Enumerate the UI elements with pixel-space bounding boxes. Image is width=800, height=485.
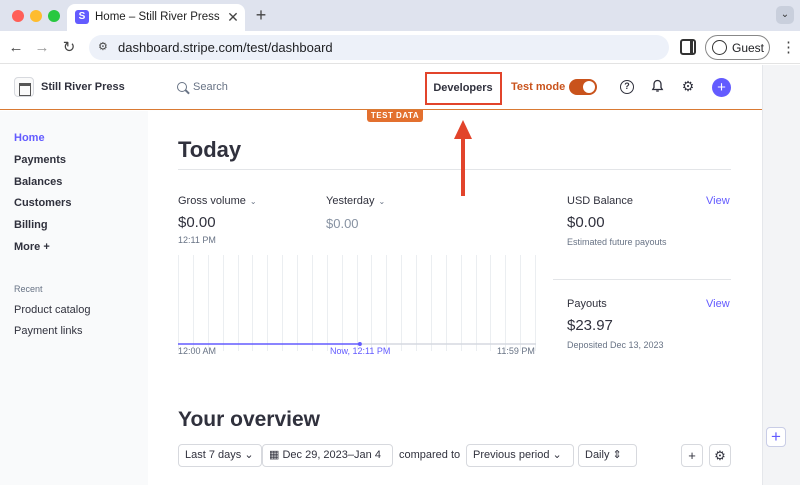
site-info-icon[interactable]: ⚙ xyxy=(98,40,112,54)
compare-period-label: Previous period xyxy=(473,449,550,461)
settings-gear-icon[interactable]: ⚙ xyxy=(681,79,695,93)
stripe-dashboard: Still River Press Search Developers Test… xyxy=(0,65,762,485)
sidebar-item-billing[interactable]: Billing xyxy=(14,219,48,231)
back-arrow-icon[interactable]: ← xyxy=(7,39,25,57)
address-bar[interactable]: ⚙ dashboard.stripe.com/test/dashboard xyxy=(89,35,669,60)
chevron-updown-icon: ⇕ xyxy=(612,449,622,461)
profile-label: Guest xyxy=(732,41,765,55)
payouts-subtext: Deposited Dec 13, 2023 xyxy=(567,340,664,350)
yesterday-value: $0.00 xyxy=(326,216,359,231)
tab-title: Home – Still River Press – Stripe xyxy=(95,11,220,23)
payouts-view-link[interactable]: View xyxy=(706,298,730,310)
sidebar-item-payments[interactable]: Payments xyxy=(14,154,66,166)
sidebar-item-balances[interactable]: Balances xyxy=(14,176,62,188)
chart-x-end-label: 11:59 PM xyxy=(497,346,535,356)
interval-select[interactable]: Daily ⇕ xyxy=(578,444,637,467)
url-text[interactable]: dashboard.stripe.com/test/dashboard xyxy=(118,40,333,55)
close-window-button[interactable] xyxy=(12,10,24,22)
gross-volume-label: Gross volume xyxy=(178,195,246,207)
compared-to-label: compared to xyxy=(399,449,461,461)
profile-button[interactable]: Guest xyxy=(705,35,770,60)
usd-balance-value: $0.00 xyxy=(567,214,605,231)
chart-x-now-label: Now, 12:11 PM xyxy=(330,346,391,356)
chevron-down-icon: ⌄ xyxy=(244,449,254,461)
maximize-window-button[interactable] xyxy=(48,10,60,22)
browser-tab-bar: S Home – Still River Press – Stripe ✕ + … xyxy=(0,0,800,31)
sidebar-item-customers[interactable]: Customers xyxy=(14,197,71,209)
notifications-bell-icon[interactable] xyxy=(651,79,664,93)
dashboard-topbar: Still River Press Search Developers Test… xyxy=(0,65,762,110)
today-heading: Today xyxy=(178,137,242,162)
usd-balance-label: USD Balance xyxy=(567,195,634,207)
search-icon xyxy=(177,82,187,92)
date-range-picker[interactable]: ▦ Dec 29, 2023–Jan 4 xyxy=(262,444,393,467)
range-select[interactable]: Last 7 days ⌄ xyxy=(178,444,262,467)
range-select-label: Last 7 days xyxy=(185,449,242,461)
test-mode-label: Test mode xyxy=(511,81,566,93)
usd-balance-view-link[interactable]: View xyxy=(706,195,730,207)
recent-item-payment-links[interactable]: Payment links xyxy=(14,325,82,337)
close-tab-icon[interactable]: ✕ xyxy=(225,9,241,25)
add-chart-button[interactable]: + xyxy=(681,444,703,467)
side-panel-icon[interactable] xyxy=(680,39,696,55)
gross-volume-value: $0.00 xyxy=(178,214,216,231)
yesterday-selector[interactable]: Yesterday ⌄ xyxy=(326,195,385,207)
interval-label: Daily xyxy=(585,449,610,461)
recent-heading: Recent xyxy=(14,284,43,294)
toggle-knob xyxy=(583,81,595,93)
developers-label: Developers xyxy=(433,82,493,94)
payouts-value: $23.97 xyxy=(567,317,613,334)
test-mode-toggle[interactable] xyxy=(569,79,597,95)
yesterday-label: Yesterday xyxy=(326,195,375,207)
overview-heading: Your overview xyxy=(178,408,320,431)
divider xyxy=(178,169,731,170)
divider xyxy=(553,279,731,280)
usd-balance-subtext: Estimated future payouts xyxy=(567,237,667,247)
right-panel-scrollbar[interactable] xyxy=(762,65,800,485)
account-store-icon[interactable] xyxy=(14,77,34,97)
today-volume-chart xyxy=(178,255,536,351)
date-range-label: Dec 29, 2023–Jan 4 xyxy=(282,449,381,461)
stripe-favicon-icon: S xyxy=(75,10,89,24)
recent-item-product-catalog[interactable]: Product catalog xyxy=(14,304,90,316)
payouts-label: Payouts xyxy=(567,298,607,310)
account-name[interactable]: Still River Press xyxy=(41,81,125,93)
add-widget-button[interactable]: + xyxy=(766,427,786,447)
profile-avatar-icon xyxy=(712,40,727,55)
search-input[interactable]: Search xyxy=(193,81,228,93)
sidebar-item-more[interactable]: More + xyxy=(14,241,50,253)
chart-x-start-label: 12:00 AM xyxy=(178,346,217,356)
chevron-down-icon: ⌄ xyxy=(552,449,562,461)
sidebar-nav: Home Payments Balances Customers Billing… xyxy=(0,111,148,485)
overview-settings-icon[interactable]: ⚙ xyxy=(709,444,731,467)
new-tab-button[interactable]: + xyxy=(252,5,270,25)
sidebar-item-home[interactable]: Home xyxy=(14,132,45,144)
chevron-down-icon: ⌄ xyxy=(378,197,386,206)
calendar-icon: ▦ xyxy=(269,449,280,461)
tab-search-button[interactable]: ⌄ xyxy=(776,6,794,24)
compare-period-select[interactable]: Previous period ⌄ xyxy=(466,444,574,467)
developers-button[interactable]: Developers xyxy=(425,72,502,105)
help-icon[interactable]: ? xyxy=(620,80,634,94)
main-content: Today Gross volume ⌄ $0.00 12:11 PM Yeste… xyxy=(148,111,762,485)
create-new-button[interactable]: + xyxy=(712,78,731,97)
reload-icon[interactable]: ↻ xyxy=(60,39,78,57)
browser-toolbar: ← → ↻ ⚙ dashboard.stripe.com/test/dashbo… xyxy=(0,31,800,64)
chevron-down-icon: ⌄ xyxy=(249,197,257,206)
browser-tab[interactable]: S Home – Still River Press – Stripe ✕ xyxy=(67,4,245,31)
browser-menu-icon[interactable]: ⋮ xyxy=(781,39,796,57)
gross-volume-selector[interactable]: Gross volume ⌄ xyxy=(178,195,257,207)
gross-volume-time: 12:11 PM xyxy=(178,235,216,245)
minimize-window-button[interactable] xyxy=(30,10,42,22)
forward-arrow-icon[interactable]: → xyxy=(33,39,51,57)
